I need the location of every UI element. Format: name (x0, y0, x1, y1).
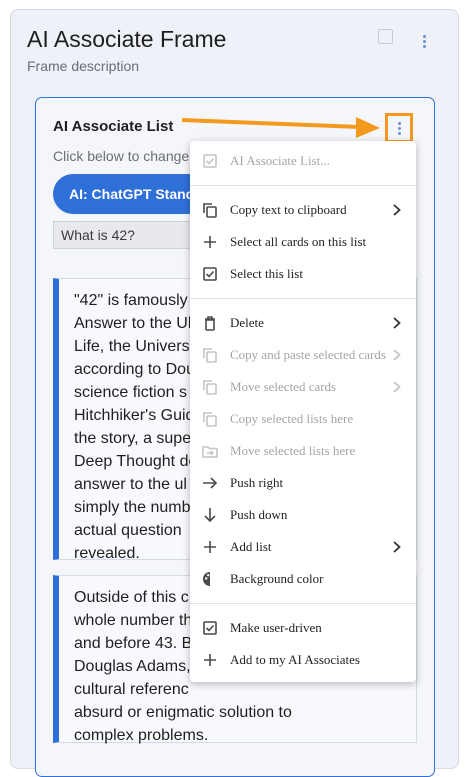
menu-item-push-down[interactable]: Push down (190, 499, 416, 531)
menu-item-select-all-cards-on-this-list[interactable]: Select all cards on this list (190, 226, 416, 258)
list-context-menu: AI Associate List... Copy text to clipboa… (190, 141, 416, 682)
menu-item-copy-text-to-clipboard[interactable]: Copy text to clipboard (190, 194, 416, 226)
menu-item-move-selected-lists-here: Move selected lists here (190, 435, 416, 467)
menu-item-label: Copy and paste selected cards (230, 347, 386, 362)
frame-title: AI Associate Frame (27, 26, 227, 52)
palette-icon (190, 570, 230, 588)
menu-divider (190, 603, 416, 604)
copy-icon (190, 410, 230, 428)
copy-icon (190, 201, 230, 219)
menu-item-copy-selected-lists-here: Copy selected lists here (190, 403, 416, 435)
trash-icon (190, 314, 230, 332)
menu-item-select-this-list[interactable]: Select this list (190, 258, 416, 290)
menu-item-label: Move selected lists here (230, 443, 356, 458)
menu-item-add-to-my-ai-associates[interactable]: Add to my AI Associates (190, 644, 416, 676)
menu-item-push-right[interactable]: Push right (190, 467, 416, 499)
menu-item-make-user-driven[interactable]: Make user-driven (190, 612, 416, 644)
frame-more-icon[interactable] (418, 32, 430, 50)
list-more-icon[interactable] (396, 120, 402, 136)
menu-item-background-color[interactable]: Background color (190, 563, 416, 595)
menu-item-label: Copy selected lists here (230, 411, 354, 426)
list-menu-highlight (385, 113, 413, 143)
checkbox-checked-icon (190, 152, 230, 170)
menu-item-label: Select this list (230, 266, 303, 281)
menu-divider (190, 185, 416, 186)
folder-move-icon (190, 442, 230, 460)
chevron-right-icon (392, 348, 402, 362)
menu-item-label: AI Associate List... (230, 153, 331, 168)
plus-icon (190, 233, 230, 251)
menu-item-label: Push down (230, 507, 288, 522)
menu-item-label: Add to my AI Associates (230, 652, 360, 667)
menu-item-label: Add list (230, 539, 272, 554)
frame-select-checkbox[interactable] (378, 29, 393, 44)
checkbox-checked-icon (190, 265, 230, 283)
menu-item-add-list[interactable]: Add list (190, 531, 416, 563)
copy-icon (190, 346, 230, 364)
menu-item-label: Make user-driven (230, 620, 322, 635)
menu-item-label: Background color (230, 571, 324, 586)
menu-item-move-selected-cards: Move selected cards (190, 371, 416, 403)
arrow-right-icon (190, 474, 230, 492)
copy-icon (190, 378, 230, 396)
menu-item-label: Copy text to clipboard (230, 202, 347, 217)
menu-item-label: Select all cards on this list (230, 234, 367, 249)
chevron-right-icon (392, 203, 402, 217)
menu-item-copy-and-paste-selected-cards: Copy and paste selected cards (190, 339, 416, 371)
menu-item-label: Move selected cards (230, 379, 337, 394)
list-title: AI Associate List (53, 118, 174, 135)
menu-item-delete[interactable]: Delete (190, 307, 416, 339)
menu-item-label: Push right (230, 475, 284, 490)
frame-description: Frame description (27, 58, 140, 74)
list-hint: Click below to change (53, 148, 190, 164)
arrow-down-icon (190, 506, 230, 524)
menu-item-label: Delete (230, 315, 264, 330)
plus-icon (190, 538, 230, 556)
plus-icon (190, 651, 230, 669)
chevron-right-icon (392, 540, 402, 554)
chevron-right-icon (392, 316, 402, 330)
chevron-right-icon (392, 380, 402, 394)
checkbox-checked-icon (190, 619, 230, 637)
menu-item-ai-associate-list: AI Associate List... (190, 145, 416, 177)
menu-divider (190, 298, 416, 299)
